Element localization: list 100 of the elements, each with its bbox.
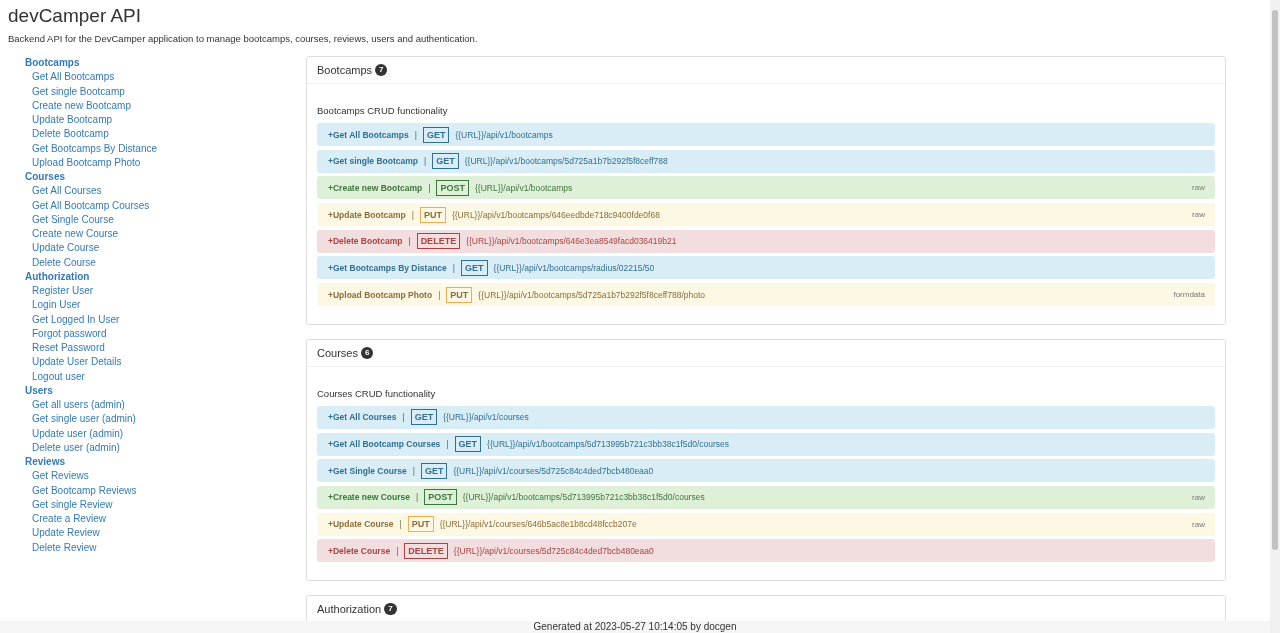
sidebar-heading[interactable]: Authorization (25, 269, 90, 284)
sidebar-item[interactable]: Create new Bootcamp (25, 98, 131, 113)
sidebar-item[interactable]: Update Course (25, 241, 100, 256)
sidebar-item[interactable]: Get Logged In User (25, 312, 120, 327)
sidebar-item[interactable]: Register User (25, 284, 94, 299)
separator: | (414, 129, 417, 140)
endpoint-url: {{URL}}/api/v1/courses (443, 412, 529, 423)
method-label: GET (420, 462, 448, 479)
endpoint-name: +Get All Bootcamp Courses (328, 439, 441, 449)
page-description: Backend API for the DevCamper application to manage bootcamps, courses, reviews, users and authentication. (8, 33, 479, 44)
scrollbar[interactable] (1270, 0, 1280, 633)
count-badge: 6 (360, 346, 374, 359)
endpoint-row[interactable]: +Update Bootcamp | PUT {{URL}}/api/v1/bootcamps/646eedbde718c9400fde0f68 raw (317, 203, 1215, 227)
sidebar-item[interactable]: Upload Bootcamp Photo (25, 155, 141, 170)
sidebar-item[interactable]: Get Single Course (25, 212, 114, 227)
endpoint-row[interactable]: +Get All Bootcamp Courses | GET {{URL}}/api/v1/bootcamps/5d713995b721c3bb38c1f5d0/courses (317, 432, 1215, 456)
section-title: Authorization (317, 602, 382, 615)
sidebar-item[interactable]: Reset Password (25, 341, 105, 356)
endpoint-url: {{URL}}/api/v1/bootcamps/5d713995b721c3bb38c1f5d0/courses (462, 492, 705, 503)
method-label: DELETE (416, 233, 461, 250)
sidebar-item[interactable]: Logout user (25, 369, 85, 384)
separator: | (396, 545, 399, 556)
separator: | (408, 236, 411, 247)
sidebar-item[interactable]: Forgot password (25, 326, 107, 341)
endpoint-name: +Get single Bootcamp (328, 156, 418, 167)
sidebar-item[interactable]: Delete Bootcamp (25, 127, 109, 142)
endpoint-name: +Update Course (328, 519, 394, 530)
sidebar-item[interactable]: Get single Review (25, 497, 113, 512)
sidebar-heading[interactable]: Reviews (25, 455, 66, 470)
sidebar-item[interactable]: Update user (admin) (25, 426, 124, 441)
separator: | (415, 492, 419, 503)
endpoint-row[interactable]: +Get Bootcamps By Distance | GET {{URL}}/api/v1/bootcamps/radius/02215/50 (317, 256, 1215, 280)
sidebar-item[interactable]: Update User Details (25, 355, 122, 370)
sidebar-item[interactable]: Get Bootcamps By Distance (25, 141, 158, 156)
body-type: formdata (1173, 290, 1205, 300)
body-type: raw (1192, 210, 1205, 220)
sidebar-item[interactable]: Get Reviews (25, 469, 89, 484)
method-label: GET (454, 436, 482, 452)
sidebar-item[interactable]: Delete Course (25, 255, 96, 270)
sidebar-heading[interactable]: Courses (25, 170, 65, 185)
sidebar-heading[interactable]: Bootcamps (25, 56, 80, 71)
sidebar-item[interactable]: Get All Courses (25, 184, 102, 199)
sidebar-item[interactable]: Get Bootcamp Reviews (25, 483, 137, 498)
section-description: Bootcamps CRUD functionality (317, 105, 449, 116)
footer-text: Generated at 2023-05-27 10:14:05 by docgen (0, 621, 1270, 633)
endpoint-url: {{URL}}/api/v1/bootcamps/646eedbde718c9400fde0f68 (451, 209, 660, 220)
endpoint-name: +Get Bootcamps By Distance (328, 262, 447, 273)
endpoint-row[interactable]: +Delete Course | DELETE {{URL}}/api/v1/courses/5d725c84c4ded7bcb480eaa0 (317, 539, 1215, 563)
sidebar-item[interactable]: Update Review (25, 526, 100, 541)
endpoint-name: +Delete Course (328, 545, 391, 556)
method-label: GET (432, 153, 459, 170)
method-label: POST (424, 489, 457, 506)
endpoint-row[interactable]: +Get Single Course | GET {{URL}}/api/v1/courses/5d725c84c4ded7bcb480eaa0 (317, 459, 1215, 483)
separator: | (402, 412, 405, 423)
section-title: Bootcamps (317, 64, 373, 76)
sidebar-item[interactable]: Create a Review (25, 512, 106, 527)
separator: | (452, 262, 456, 273)
sidebar-item[interactable]: Delete user (admin) (25, 440, 120, 455)
endpoint-row[interactable]: +Upload Bootcamp Photo | PUT {{URL}}/api/v1/bootcamps/5d725a1b7b292f5f8ceff788/photo formdata (317, 283, 1215, 307)
sidebar-item[interactable]: Delete Review (25, 540, 97, 555)
separator: | (428, 182, 431, 193)
method-label: PUT (407, 516, 434, 533)
sidebar-item[interactable]: Login User (25, 298, 81, 313)
endpoint-url: {{URL}}/api/v1/bootcamps/646e3ea8549facd036419b21 (466, 236, 677, 247)
sidebar-item[interactable]: Get all users (admin) (25, 398, 125, 413)
endpoint-url: {{URL}}/api/v1/courses/646b5ac8e1b8cd48fccb207e (439, 519, 637, 530)
sidebar-item[interactable]: Get single user (admin) (25, 412, 136, 427)
endpoint-url: {{URL}}/api/v1/bootcamps (455, 129, 553, 140)
sidebar-item[interactable]: Get All Bootcamp Courses (25, 198, 150, 213)
method-label: GET (410, 409, 438, 426)
endpoint-name: +Update Bootcamp (328, 209, 406, 220)
method-label: GET (461, 259, 488, 276)
sidebar-heading[interactable]: Users (25, 383, 53, 398)
endpoint-url: {{URL}}/api/v1/bootcamps/radius/02215/50 (493, 262, 655, 273)
method-label: PUT (419, 206, 446, 223)
sidebar-item[interactable]: Get single Bootcamp (25, 84, 125, 99)
endpoint-row[interactable]: +Get All Bootcamps | GET {{URL}}/api/v1/bootcamps (317, 123, 1215, 146)
endpoint-row[interactable]: +Update Course | PUT {{URL}}/api/v1/courses/646b5ac8e1b8cd48fccb207e raw (317, 512, 1215, 536)
separator: | (411, 209, 414, 220)
separator: | (399, 519, 402, 530)
endpoint-name: +Get All Bootcamps (328, 129, 409, 140)
endpoint-row[interactable]: +Get single Bootcamp | GET {{URL}}/api/v1/bootcamps/5d725a1b7b292f5f8ceff788 (317, 149, 1215, 173)
endpoint-name: +Get Single Course (328, 465, 407, 476)
method-label: DELETE (404, 542, 448, 559)
endpoint-row[interactable]: +Delete Bootcamp | DELETE {{URL}}/api/v1/bootcamps/646e3ea8549facd036419b21 (317, 229, 1215, 253)
endpoint-row[interactable]: +Get All Courses | GET {{URL}}/api/v1/courses (317, 405, 1215, 429)
sidebar-item[interactable]: Create new Course (25, 227, 119, 242)
method-label: GET (422, 126, 450, 143)
separator: | (438, 289, 441, 300)
count-badge: 7 (384, 602, 397, 615)
sidebar-item[interactable]: Get All Bootcamps (25, 70, 115, 85)
endpoint-url: {{URL}}/api/v1/courses/5d725c84c4ded7bcb480eaa0 (453, 465, 654, 476)
endpoint-url: {{URL}}/api/v1/bootcamps/5d713995b721c3bb38c1f5d0/courses (487, 439, 730, 449)
endpoint-name: +Upload Bootcamp Photo (328, 289, 433, 300)
page-title: devCamper API (8, 4, 143, 28)
endpoint-row[interactable]: +Create new Course | POST {{URL}}/api/v1/bootcamps/5d713995b721c3bb38c1f5d0/courses raw (317, 485, 1215, 509)
body-type: raw (1192, 183, 1205, 193)
endpoint-url: {{URL}}/api/v1/bootcamps/5d725a1b7b292f5f8ceff788/photo (478, 289, 706, 300)
sidebar-item[interactable]: Update Bootcamp (25, 113, 113, 128)
endpoint-row[interactable]: +Create new Bootcamp | POST {{URL}}/api/v1/bootcamps raw (317, 176, 1215, 200)
